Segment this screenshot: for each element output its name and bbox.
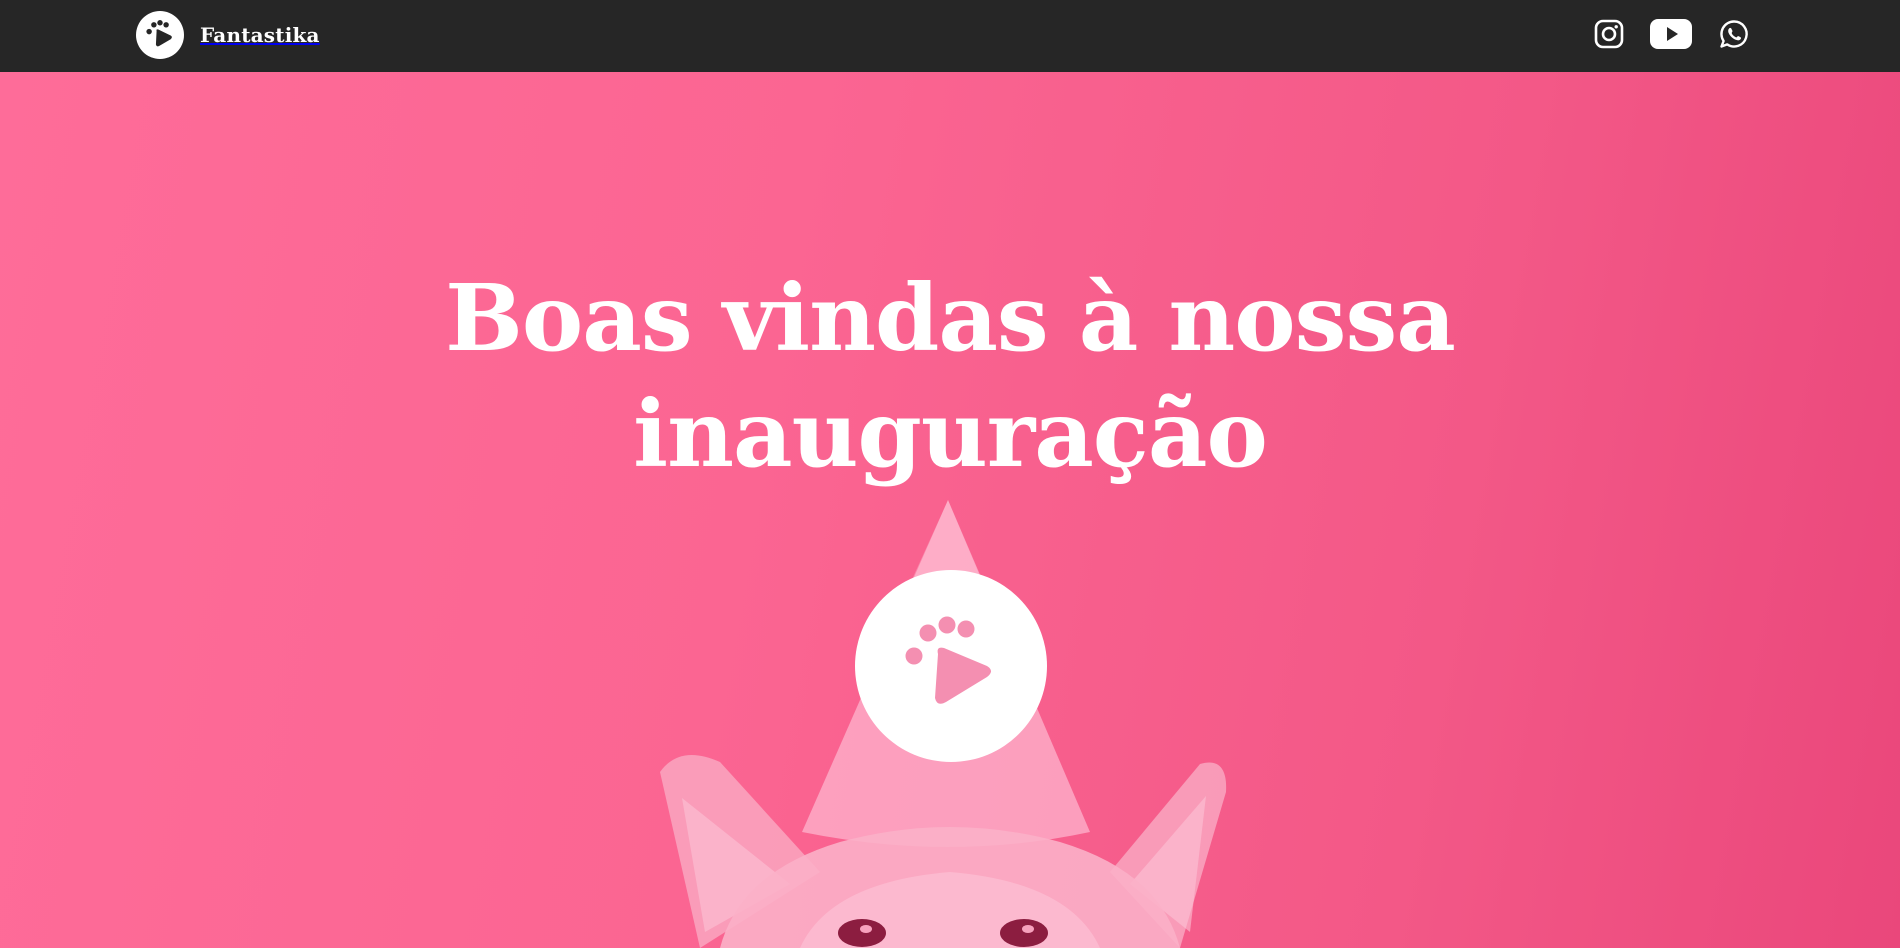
- hero-title-line-1: Boas vindas à nossa: [445, 264, 1456, 372]
- play-video-button[interactable]: [855, 570, 1047, 762]
- dog-party-hat-image: [660, 500, 1227, 948]
- hero-section: Boas vindas à nossa inauguração: [0, 72, 1900, 948]
- top-navbar: Fantastika: [0, 0, 1900, 72]
- whatsapp-icon: [1720, 20, 1748, 48]
- paw-play-icon: [905, 616, 991, 704]
- brand-name: Fantastika: [200, 23, 320, 47]
- instagram-link[interactable]: [1594, 15, 1624, 53]
- hero-title-line-2: inauguração: [633, 380, 1268, 488]
- youtube-icon: [1650, 19, 1692, 49]
- whatsapp-link[interactable]: [1718, 15, 1750, 53]
- youtube-link[interactable]: [1650, 15, 1692, 53]
- brand-link[interactable]: Fantastika: [136, 10, 320, 60]
- hero-title: Boas vindas à nossa inauguração: [0, 260, 1900, 492]
- paw-play-icon: [136, 11, 184, 59]
- instagram-icon: [1594, 19, 1624, 49]
- social-links: [1594, 15, 1750, 53]
